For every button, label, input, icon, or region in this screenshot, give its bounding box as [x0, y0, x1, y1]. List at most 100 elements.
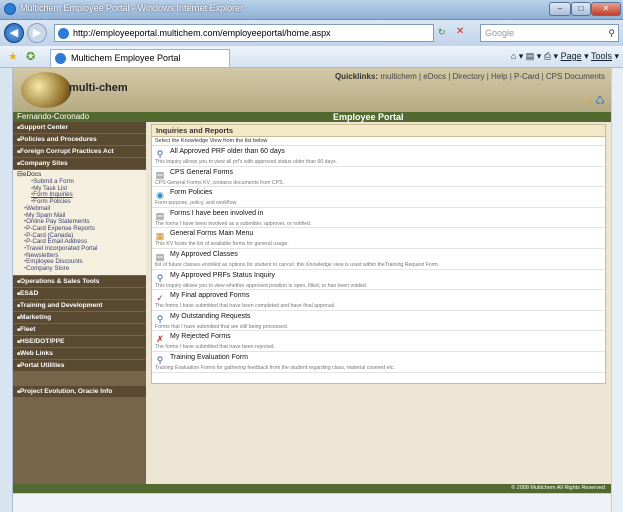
url-field[interactable]: http://employeeportal.multichem.com/empl… [54, 24, 434, 42]
multichem-logo [21, 72, 71, 108]
tab-ie-icon [55, 53, 66, 64]
sidebar-hse[interactable]: HSE/DOT/PPE [13, 335, 146, 347]
document-icon: ▤ [155, 169, 165, 180]
maximize-button[interactable]: □ [571, 2, 591, 16]
sidebar: Support Center Policies and Procedures F… [13, 122, 146, 484]
list-item[interactable]: ▤ Forms I have been involved in The forms … [152, 208, 605, 229]
sidebar-fleet[interactable]: Fleet [13, 323, 146, 335]
tab-label: Multichem Employee Portal [71, 53, 181, 63]
list-item[interactable]: ▦ General Forms Main Menu This KV hosts th… [152, 228, 605, 249]
sidebar-project-evolution[interactable]: Project Evolution, Oracle Info [13, 385, 146, 397]
close-button[interactable]: ✕ [591, 2, 621, 16]
left-frame-edge [0, 68, 13, 512]
list-item-description: The forms I have submitted that have bee… [155, 303, 336, 310]
search-icon[interactable]: ⚲ [608, 25, 615, 41]
list-item[interactable]: ▤ My Approved Classes list of future class… [152, 249, 605, 270]
stop-icon[interactable]: ✕ [456, 26, 464, 37]
globe-icon: ◉ [156, 190, 164, 201]
x-icon: ✗ [156, 334, 164, 345]
print-icon[interactable]: ⎙ [544, 51, 551, 61]
list-item-description: This inquiry allows you to view all prf'… [155, 159, 338, 165]
logo-text: multi-chem [69, 82, 128, 94]
list-item-title[interactable]: Forms I have been involved in [170, 210, 263, 217]
sidebar-training[interactable]: Training and Development [13, 299, 146, 311]
sidebar-company-store[interactable]: Company Store [17, 265, 146, 273]
sidebar-portal-utilities[interactable]: Portal Utilities [13, 359, 146, 371]
list-item[interactable]: ✓ My Final approved Forms The forms I have… [152, 290, 605, 311]
page-icon [58, 28, 69, 39]
forward-button[interactable]: ▶ [27, 23, 47, 43]
list-item-title[interactable]: My Approved Classes [170, 251, 238, 258]
sidebar-web-links[interactable]: Web Links [13, 347, 146, 359]
magnifier-icon: ⚲ [156, 149, 164, 159]
sidebar-support-center[interactable]: Support Center [13, 122, 146, 133]
page-menu[interactable]: Page [561, 51, 582, 61]
list-item[interactable]: ◉ Form Policies Form purpose, policy, and … [152, 187, 605, 208]
list-item-description: Form purpose, policy, and workflow. [155, 200, 238, 207]
ie-logo-icon [4, 3, 16, 15]
home-icon[interactable]: ⌂ [585, 95, 592, 107]
list-item[interactable]: ⚲ Training Evaluation Form Training Evalua… [152, 352, 605, 373]
list-item[interactable]: ▤ CPS General Forms CPS General Forms KV, … [152, 167, 605, 188]
list-item[interactable]: ⚲ My Outstanding Requests Forms that I hav… [152, 311, 605, 332]
list-item-description: Forms that I have submitted that are sti… [155, 323, 289, 330]
magnifier-icon: ⚲ [156, 313, 164, 324]
sidebar-esd[interactable]: ES&D [13, 287, 146, 299]
list-item-title[interactable]: Training Evaluation Form [170, 354, 248, 361]
book-icon: ▦ [155, 231, 165, 242]
user-name: Fernando-Coronado [17, 112, 90, 121]
sidebar-fcpa[interactable]: Foreign Corrupt Practices Act [13, 146, 146, 157]
list-item-title[interactable]: My Rejected Forms [170, 333, 231, 340]
panel-title: Inquiries and Reports [152, 125, 605, 137]
search-input[interactable]: Google ⚲ [480, 24, 619, 42]
list-item-description: This KV hosts the list of available form… [155, 241, 289, 248]
back-button[interactable]: ◀ [4, 23, 24, 43]
minimize-button[interactable]: – [549, 2, 571, 16]
list-item-title[interactable]: CPS General Forms [170, 169, 233, 176]
checkmark-icon: ✓ [156, 293, 164, 304]
window-title: Multichem Employee Portal - Windows Inte… [20, 3, 244, 13]
sidebar-company-sites[interactable]: Company Sites [13, 158, 146, 169]
list-item-description: The forms I have been involved as a subm… [155, 220, 312, 227]
list-item[interactable]: ✗ My Rejected Forms The forms I have submi… [152, 331, 605, 352]
list-item-title[interactable]: General Forms Main Menu [170, 230, 253, 237]
sidebar-operations-sales[interactable]: Operations & Sales Tools [13, 275, 146, 287]
list-item-title[interactable]: All Approved PRF older than 60 days [170, 148, 285, 155]
list-item-title[interactable]: My Final approved Forms [170, 292, 249, 299]
sidebar-policies[interactable]: Policies and Procedures [13, 134, 146, 145]
main-content: Inquiries and Reports Select the Knowled… [146, 122, 611, 484]
portal-title: Employee Portal [333, 112, 404, 122]
sidebar-marketing[interactable]: Marketing [13, 311, 146, 323]
select-hint: Select the Knowledge View from the list … [152, 137, 605, 146]
portal-banner: Fernando-Coronado Employee Portal [13, 112, 611, 122]
add-favorite-icon[interactable]: ✪ [26, 50, 35, 63]
list-item-description: The forms I have submitted that have bee… [155, 344, 275, 351]
list-item[interactable]: ⚲ All Approved PRF older than 60 days This… [152, 146, 605, 167]
list-item[interactable]: ⚲ My Approved PRFs Status Inquiry This inq… [152, 270, 605, 291]
list-item-title[interactable]: My Approved PRFs Status Inquiry [170, 272, 275, 279]
document-icon: ▤ [155, 210, 165, 221]
feeds-icon[interactable]: ▤ [526, 51, 535, 61]
address-bar: ◀ ▶ http://employeeportal.multichem.com/… [0, 20, 623, 46]
magnifier-icon: ⚲ [156, 354, 164, 365]
refresh-icon[interactable]: ♺ [595, 95, 605, 107]
tools-menu[interactable]: Tools [591, 51, 612, 61]
quicklinks-label: Quicklinks: [334, 72, 379, 81]
portal-header: multi-chem Quicklinks: multichem | eDocs… [13, 68, 611, 112]
list-item-description: CPS General Forms KV, contains documents… [155, 179, 284, 186]
list-item-title[interactable]: My Outstanding Requests [170, 313, 251, 320]
quicklinks: Quicklinks: multichem | eDocs | Director… [335, 72, 605, 81]
favorites-star-icon[interactable]: ★ [8, 50, 18, 63]
company-sites-panel: eDocs Submit a Form My Task List Form In… [13, 170, 146, 275]
vertical-scrollbar[interactable] [611, 68, 623, 512]
home-icon[interactable]: ⌂ [511, 51, 516, 61]
url-text: http://employeeportal.multichem.com/empl… [73, 28, 331, 38]
footer: © 2008 Multichem All Rights Reserved [13, 484, 611, 493]
tab-bar: ★ ✪ Multichem Employee Portal ⌂ ▾ ▤ ▾ ⎙ … [0, 46, 623, 68]
quicklinks-links[interactable]: multichem | eDocs | Directory | Help | P… [380, 72, 605, 81]
knowledge-view-list: ⚲ All Approved PRF older than 60 days This… [152, 146, 605, 373]
list-item-title[interactable]: Form Policies [170, 189, 212, 196]
tab-employee-portal[interactable]: Multichem Employee Portal [50, 49, 230, 67]
refresh-icon[interactable]: ↻ [438, 27, 446, 38]
